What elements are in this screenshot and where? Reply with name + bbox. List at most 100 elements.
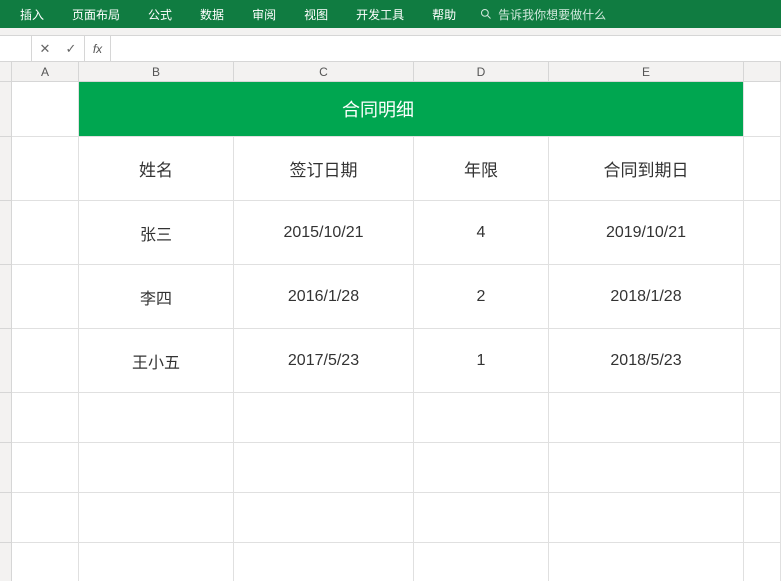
ribbon-tab-review[interactable]: 审阅	[240, 2, 288, 27]
cell[interactable]	[79, 393, 234, 443]
cell[interactable]	[12, 137, 79, 201]
cell-sign[interactable]: 2015/10/21	[234, 201, 414, 265]
cell[interactable]	[414, 82, 549, 137]
col-header-B[interactable]: B	[79, 62, 234, 81]
tell-me-search[interactable]: 告诉我你想要做什么	[480, 6, 606, 23]
cell[interactable]	[12, 393, 79, 443]
col-header-E[interactable]: E	[549, 62, 744, 81]
cell[interactable]	[744, 82, 781, 137]
ribbon-tab-view[interactable]: 视图	[292, 2, 340, 27]
fx-icon[interactable]: fx	[85, 36, 111, 61]
cell[interactable]	[744, 393, 781, 443]
grid-rows: 合同明细 姓名 签订日期 年限 合同到期日 张三 2015/10/21 4 20…	[0, 82, 781, 581]
row-header[interactable]	[0, 543, 12, 581]
formula-bar-buttons: ✕ ✓	[32, 36, 85, 61]
table-row: 李四 2016/1/28 2 2018/1/28	[0, 265, 781, 329]
row-header[interactable]	[0, 137, 12, 201]
cell[interactable]	[744, 543, 781, 581]
cell[interactable]	[234, 393, 414, 443]
table-row	[0, 443, 781, 493]
formula-input[interactable]	[111, 36, 781, 61]
confirm-button[interactable]: ✓	[58, 36, 84, 61]
cell[interactable]	[549, 443, 744, 493]
cell[interactable]	[79, 443, 234, 493]
cell[interactable]	[12, 201, 79, 265]
cell[interactable]	[234, 493, 414, 543]
cell[interactable]	[12, 493, 79, 543]
cell-name[interactable]: 张三	[79, 201, 234, 265]
cell-expire[interactable]: 2018/1/28	[549, 265, 744, 329]
table-row: 王小五 2017/5/23 1 2018/5/23	[0, 329, 781, 393]
cell[interactable]	[549, 493, 744, 543]
cell[interactable]	[79, 82, 234, 137]
cell[interactable]	[744, 265, 781, 329]
cell[interactable]	[414, 443, 549, 493]
cell[interactable]	[744, 329, 781, 393]
cell-years[interactable]: 1	[414, 329, 549, 393]
cell[interactable]	[744, 201, 781, 265]
search-icon	[480, 8, 492, 20]
spreadsheet-grid[interactable]: A B C D E 合同明细 姓名 签订日期 年限 合同到期日	[0, 62, 781, 581]
col-header-C[interactable]: C	[234, 62, 414, 81]
cell-name[interactable]: 王小五	[79, 329, 234, 393]
cell-years[interactable]: 2	[414, 265, 549, 329]
ribbon: 插入 页面布局 公式 数据 审阅 视图 开发工具 帮助 告诉我你想要做什么	[0, 0, 781, 28]
ribbon-tab-data[interactable]: 数据	[188, 2, 236, 27]
cell-years[interactable]: 4	[414, 201, 549, 265]
ribbon-tab-formulas[interactable]: 公式	[136, 2, 184, 27]
cell-sign[interactable]: 2016/1/28	[234, 265, 414, 329]
col-header-F[interactable]	[744, 62, 781, 81]
table-row	[0, 543, 781, 581]
cell[interactable]	[744, 443, 781, 493]
cell[interactable]	[549, 543, 744, 581]
formula-bar: ✕ ✓ fx	[0, 36, 781, 62]
cell[interactable]	[12, 82, 79, 137]
cell[interactable]	[234, 443, 414, 493]
cell-sign[interactable]: 2017/5/23	[234, 329, 414, 393]
cell[interactable]	[744, 493, 781, 543]
tell-me-placeholder: 告诉我你想要做什么	[498, 6, 606, 23]
cell-expire[interactable]: 2019/10/21	[549, 201, 744, 265]
cell[interactable]	[414, 493, 549, 543]
table-row: 张三 2015/10/21 4 2019/10/21	[0, 201, 781, 265]
header-sign-date[interactable]: 签订日期	[234, 137, 414, 201]
cell[interactable]	[744, 137, 781, 201]
row-header[interactable]	[0, 329, 12, 393]
row-header[interactable]	[0, 493, 12, 543]
column-headers: A B C D E	[0, 62, 781, 82]
cell-expire[interactable]: 2018/5/23	[549, 329, 744, 393]
cell[interactable]	[79, 543, 234, 581]
header-row: 姓名 签订日期 年限 合同到期日	[0, 137, 781, 201]
row-header[interactable]	[0, 443, 12, 493]
cell[interactable]	[12, 543, 79, 581]
ribbon-tab-developer[interactable]: 开发工具	[344, 2, 416, 27]
cell[interactable]	[549, 82, 744, 137]
title-row: 合同明细	[0, 82, 781, 137]
cell[interactable]	[12, 443, 79, 493]
col-header-A[interactable]: A	[12, 62, 79, 81]
table-row	[0, 493, 781, 543]
cell[interactable]	[414, 393, 549, 443]
cell-name[interactable]: 李四	[79, 265, 234, 329]
row-header[interactable]	[0, 393, 12, 443]
cell[interactable]	[549, 393, 744, 443]
row-header[interactable]	[0, 82, 12, 137]
ribbon-tab-help[interactable]: 帮助	[420, 2, 468, 27]
header-expire[interactable]: 合同到期日	[549, 137, 744, 201]
title-cell[interactable]: 合同明细	[234, 82, 414, 137]
select-all-corner[interactable]	[0, 62, 12, 81]
name-box[interactable]	[0, 36, 32, 61]
cell[interactable]	[12, 265, 79, 329]
row-header[interactable]	[0, 265, 12, 329]
ribbon-tab-insert[interactable]: 插入	[8, 2, 56, 27]
header-years[interactable]: 年限	[414, 137, 549, 201]
cell[interactable]	[12, 329, 79, 393]
header-name[interactable]: 姓名	[79, 137, 234, 201]
cell[interactable]	[79, 493, 234, 543]
cell[interactable]	[234, 543, 414, 581]
row-header[interactable]	[0, 201, 12, 265]
cell[interactable]	[414, 543, 549, 581]
ribbon-tab-layout[interactable]: 页面布局	[60, 2, 132, 27]
col-header-D[interactable]: D	[414, 62, 549, 81]
cancel-button[interactable]: ✕	[32, 36, 58, 61]
